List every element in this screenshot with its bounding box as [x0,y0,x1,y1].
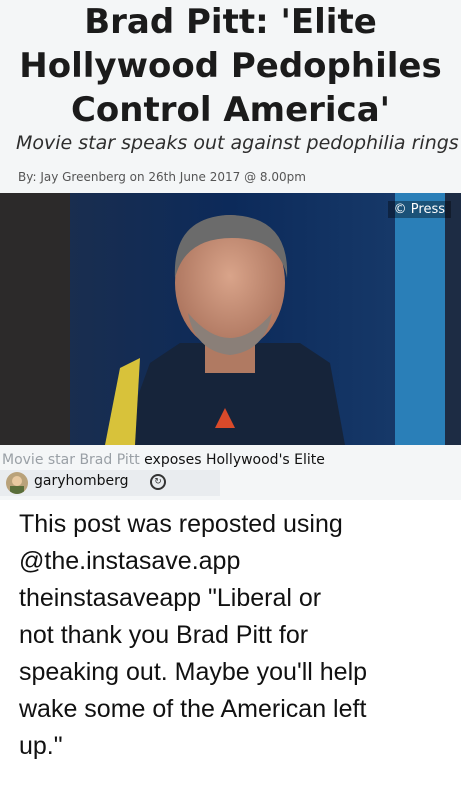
article-screenshot: Brad Pitt: 'Elite Hollywood Pedophiles C… [0,0,461,500]
caption-line: not thank you Brad Pitt for [19,621,309,649]
photo-credit: © Press [387,201,451,218]
portrait-illustration [0,193,461,445]
headline-line: Brad Pitt: 'Elite [84,2,377,42]
article-subtitle: Movie star speaks out against pedophilia… [16,132,459,154]
article-byline: By: Jay Greenberg on 26th June 2017 @ 8.… [18,170,306,184]
caption-line[interactable]: @the.instasave.app [19,543,444,580]
username[interactable]: garyhomberg [34,473,128,489]
post-caption: This post was reposted using @the.instas… [19,506,444,765]
headline-line: Hollywood Pedophiles [19,46,442,86]
caption-faded: Movie star Brad Pitt [2,452,140,468]
caption-line: up." [19,732,63,760]
caption-line: wake some of the American left [19,695,367,723]
caption-line: theinstasaveapp "Liberal or [19,584,322,612]
caption-line: speaking out. Maybe you'll help [19,658,368,686]
caption-text: exposes Hollywood's Elite [139,452,325,468]
headline-line: Control America' [70,90,391,130]
photo-caption: Movie star Brad Pitt exposes Hollywood's… [2,452,325,468]
user-tag[interactable]: garyhomberg ↻ [0,470,220,496]
caption-line: This post was reposted using [19,510,343,538]
repost-icon: ↻ [150,474,166,490]
avatar-icon [10,476,24,494]
article-photo: © Press [0,193,461,445]
article-headline: Brad Pitt: 'Elite Hollywood Pedophiles C… [0,0,461,132]
avatar[interactable] [6,472,28,494]
